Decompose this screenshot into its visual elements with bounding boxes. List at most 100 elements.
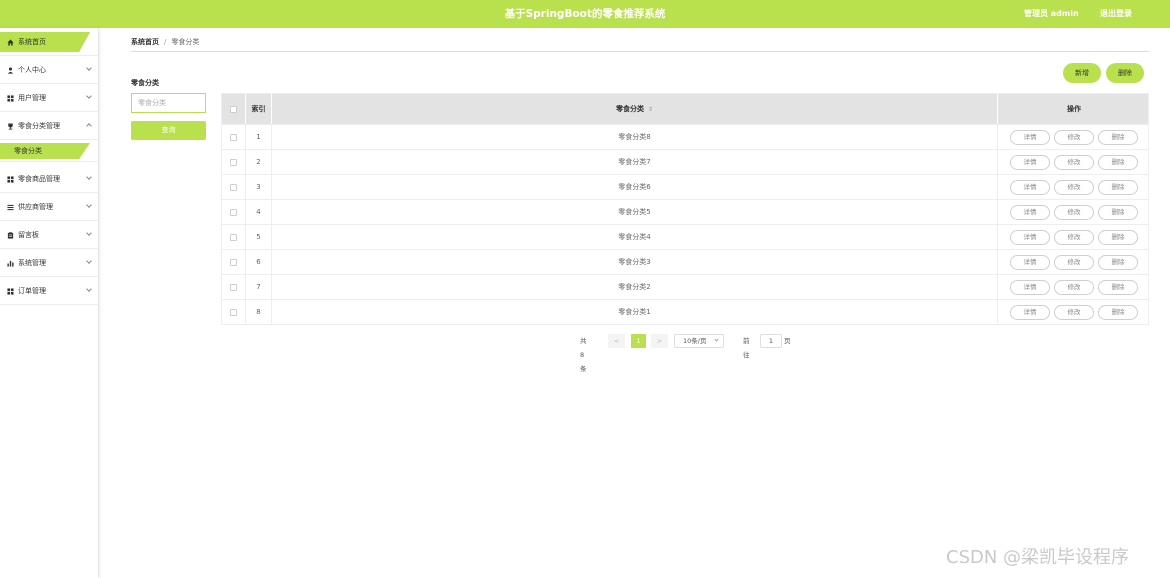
- edit-button[interactable]: 修改: [1054, 254, 1094, 270]
- delete-button[interactable]: 删除: [1098, 254, 1138, 270]
- sidebar-item-label: 系统首页: [18, 38, 46, 46]
- goto-page-input[interactable]: [760, 334, 782, 348]
- sidebar-item-snack-category-mgmt[interactable]: 零食分类管理: [0, 112, 99, 140]
- header-checkbox-cell: [222, 94, 246, 124]
- sidebar-item-label: 个人中心: [18, 66, 46, 74]
- sort-icon[interactable]: ⇕: [648, 106, 653, 113]
- row-category-name: 零食分类3: [272, 250, 998, 274]
- sidebar-item-label: 供应商管理: [18, 203, 53, 211]
- row-checkbox[interactable]: [230, 208, 237, 216]
- row-checkbox[interactable]: [230, 183, 237, 191]
- row-category-name: 零食分类8: [272, 125, 998, 149]
- row-index: 1: [246, 125, 272, 149]
- edit-button[interactable]: 修改: [1054, 279, 1094, 295]
- chevron-down-icon: [86, 174, 92, 180]
- row-actions: 详情 修改 删除: [998, 175, 1150, 199]
- sidebar-item-label: 用户管理: [18, 94, 46, 102]
- sidebar-item-label: 零食分类: [14, 147, 42, 155]
- add-button[interactable]: 新增: [1063, 63, 1101, 83]
- app-title: 基于SpringBoot的零食推荐系统: [504, 8, 666, 20]
- row-checkbox-cell: [222, 175, 246, 199]
- detail-button[interactable]: 详情: [1010, 279, 1050, 295]
- sidebar-item-label: 系统管理: [18, 259, 46, 267]
- sidebar-subitem-snack-category[interactable]: 零食分类: [0, 140, 99, 162]
- detail-button[interactable]: 详情: [1010, 254, 1050, 270]
- sidebar-item-orders[interactable]: 订单管理: [0, 277, 99, 305]
- select-all-checkbox[interactable]: [230, 105, 237, 113]
- sidebar-item-message-board[interactable]: 留言板: [0, 221, 99, 249]
- category-search-input[interactable]: [131, 93, 206, 113]
- watermark: CSDN @梁凯毕设程序: [946, 547, 1130, 568]
- breadcrumb-divider: [131, 51, 1149, 52]
- header-ops: 操作: [1067, 105, 1081, 113]
- row-checkbox[interactable]: [230, 233, 237, 241]
- edit-button[interactable]: 修改: [1054, 204, 1094, 220]
- table-row: 1 零食分类8 详情 修改 删除: [222, 124, 1148, 149]
- delete-button[interactable]: 删除: [1098, 279, 1138, 295]
- row-index: 8: [246, 300, 272, 324]
- sidebar-item-label: 订单管理: [18, 287, 46, 295]
- detail-button[interactable]: 详情: [1010, 204, 1050, 220]
- delete-button[interactable]: 删除: [1098, 129, 1138, 145]
- header-name[interactable]: 零食分类 ⇕: [272, 94, 998, 124]
- row-checkbox-cell: [222, 300, 246, 324]
- delete-button[interactable]: 删除: [1098, 304, 1138, 320]
- detail-button[interactable]: 详情: [1010, 179, 1050, 195]
- edit-button[interactable]: 修改: [1054, 129, 1094, 145]
- delete-button[interactable]: 删除: [1098, 229, 1138, 245]
- page-number-button[interactable]: 1: [631, 334, 646, 348]
- row-actions: 详情 修改 删除: [998, 125, 1150, 149]
- page-size-select[interactable]: 10条/页: [674, 334, 724, 348]
- row-checkbox[interactable]: [230, 308, 237, 316]
- row-checkbox[interactable]: [230, 258, 237, 266]
- detail-button[interactable]: 详情: [1010, 304, 1050, 320]
- detail-button[interactable]: 详情: [1010, 229, 1050, 245]
- detail-button[interactable]: 详情: [1010, 129, 1050, 145]
- row-category-name: 零食分类7: [272, 150, 998, 174]
- edit-button[interactable]: 修改: [1054, 229, 1094, 245]
- row-index: 6: [246, 250, 272, 274]
- trophy-icon: [8, 123, 13, 130]
- page-unit-label: 页: [784, 337, 791, 345]
- sidebar-item-system[interactable]: 系统管理: [0, 249, 99, 277]
- row-actions: 详情 修改 删除: [998, 200, 1150, 224]
- row-checkbox[interactable]: [230, 133, 237, 141]
- chevron-down-icon: [86, 258, 92, 264]
- edit-button[interactable]: 修改: [1054, 154, 1094, 170]
- delete-button[interactable]: 删除: [1098, 179, 1138, 195]
- sidebar-item-home[interactable]: 系统首页: [0, 28, 99, 56]
- sidebar-item-label: 留言板: [18, 231, 39, 239]
- sidebar-item-snack-goods[interactable]: 零食商品管理: [0, 165, 99, 193]
- detail-button[interactable]: 详情: [1010, 154, 1050, 170]
- edit-button[interactable]: 修改: [1054, 179, 1094, 195]
- breadcrumb-current: 零食分类: [171, 38, 200, 46]
- top-bar: 基于SpringBoot的零食推荐系统 管理员 admin 退出登录: [0, 0, 1170, 28]
- query-button[interactable]: 查询: [131, 121, 206, 140]
- next-page-button[interactable]: >: [651, 334, 668, 348]
- sidebar-item-users[interactable]: 用户管理: [0, 84, 99, 112]
- logout-link[interactable]: 退出登录: [1100, 0, 1132, 28]
- delete-button[interactable]: 删除: [1098, 154, 1138, 170]
- breadcrumb-home[interactable]: 系统首页: [131, 38, 159, 46]
- row-checkbox[interactable]: [230, 283, 237, 291]
- chevron-down-icon: [86, 230, 92, 236]
- sidebar-item-suppliers[interactable]: 供应商管理: [0, 193, 99, 221]
- edit-button[interactable]: 修改: [1054, 304, 1094, 320]
- table-row: 7 零食分类2 详情 修改 删除: [222, 274, 1148, 299]
- row-checkbox[interactable]: [230, 158, 237, 166]
- row-index: 7: [246, 275, 272, 299]
- delete-button[interactable]: 删除: [1098, 204, 1138, 220]
- breadcrumb: 系统首页 / 零食分类: [131, 35, 199, 49]
- row-actions: 详情 修改 删除: [998, 250, 1150, 274]
- grid-icon: [7, 176, 14, 183]
- category-table: 索引 零食分类 ⇕ 操作 1 零食分类8 详情 修改 删除 2 零食分类7 详情 修改 删除 3 零食分…: [221, 93, 1149, 325]
- batch-delete-button[interactable]: 删除: [1106, 63, 1144, 83]
- prev-page-button[interactable]: <: [608, 334, 625, 348]
- page-size-label: 10条/页: [683, 337, 707, 345]
- sidebar-item-label: 零食商品管理: [18, 175, 60, 183]
- user-icon: [7, 67, 14, 74]
- sidebar-item-profile[interactable]: 个人中心: [0, 56, 99, 84]
- clipboard-icon: [7, 232, 14, 239]
- grid-icon: [7, 95, 14, 102]
- row-category-name: 零食分类6: [272, 175, 998, 199]
